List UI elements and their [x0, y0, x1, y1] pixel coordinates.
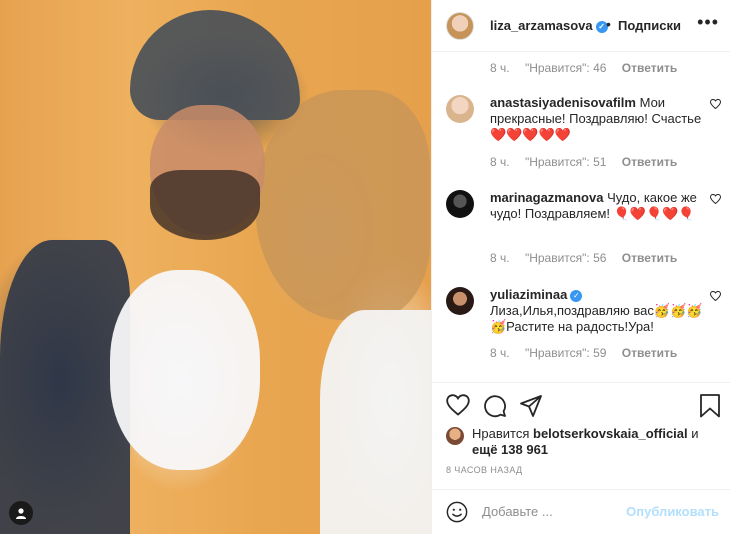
separator-dot: •	[606, 16, 611, 32]
user-tag-button[interactable]	[9, 501, 33, 525]
heart-icon[interactable]	[446, 394, 470, 416]
liker-username[interactable]: belotserkovskaia_official	[533, 426, 688, 441]
comment-text: anastasiyadenisovafilm Мои прекрасные! П…	[490, 95, 704, 143]
heart-icon	[709, 98, 722, 110]
reply-button[interactable]: Ответить	[622, 346, 677, 360]
reply-button[interactable]: Ответить	[622, 155, 677, 169]
likes-count[interactable]: ещё 138 961	[472, 442, 548, 457]
post-timestamp[interactable]: 8 ЧАСОВ НАЗАД	[446, 465, 523, 475]
comment-username[interactable]: anastasiyadenisovafilm	[490, 95, 636, 110]
photo-shape	[320, 310, 431, 534]
comment-time: 8 ч.	[490, 251, 510, 265]
share-icon[interactable]	[519, 394, 543, 418]
action-bar	[446, 394, 721, 420]
like-comment-button[interactable]	[709, 193, 722, 207]
reply-button[interactable]: Ответить	[622, 251, 677, 265]
likes-text: Нравится belotserkovskaia_official и ещё…	[472, 426, 716, 458]
comment-time: 8 ч.	[490, 346, 510, 360]
comment-text: yuliaziminaa ✓ Лиза,Илья,поздравляю вас🥳🥳…	[490, 287, 704, 335]
comment-likes[interactable]: "Нравится": 56	[525, 251, 607, 265]
avatar[interactable]	[446, 427, 464, 445]
comment-icon[interactable]	[483, 394, 507, 418]
comment-likes[interactable]: "Нравится": 51	[525, 155, 607, 169]
comment-meta: 8 ч. "Нравится": 56 Ответить	[490, 251, 689, 265]
add-comment-bar: Добавьте ... Опубликовать	[432, 489, 730, 534]
comment-username[interactable]: yuliaziminaa	[490, 287, 567, 302]
avatar[interactable]	[446, 190, 474, 218]
caption-meta: 8 ч. "Нравится": 46 Ответить	[490, 61, 689, 75]
comment-item: anastasiyadenisovafilm Мои прекрасные! П…	[446, 95, 722, 175]
like-comment-button[interactable]	[709, 290, 722, 304]
more-options-icon[interactable]: •••	[697, 12, 719, 33]
avatar[interactable]	[446, 287, 474, 315]
reply-button[interactable]: Ответить	[622, 61, 677, 75]
photo-shape	[255, 90, 430, 320]
post-photo[interactable]	[0, 0, 431, 534]
comment-body: Лиза,Илья,поздравляю вас🥳🥳🥳🥳Растите на р…	[490, 303, 703, 334]
like-comment-button[interactable]	[709, 98, 722, 112]
comment-item: yuliaziminaa ✓ Лиза,Илья,поздравляю вас🥳🥳…	[446, 287, 722, 367]
verified-icon: ✓	[570, 289, 583, 302]
photo-shape	[110, 270, 260, 470]
comment-text: marinagazmanova Чудо, какое же чудо! Поз…	[490, 190, 704, 222]
heart-icon	[709, 193, 722, 205]
post-username[interactable]: liza_arzamasova ✓	[490, 18, 608, 33]
photo-shape	[150, 170, 260, 240]
bookmark-icon[interactable]	[699, 394, 721, 418]
comment-time: 8 ч.	[490, 61, 510, 75]
following-button[interactable]: Подписки	[618, 18, 681, 33]
username-text: liza_arzamasova	[490, 18, 593, 33]
comment-input[interactable]: Добавьте ...	[482, 504, 553, 519]
divider	[432, 382, 730, 383]
post-sidebar: liza_arzamasova ✓ • Подписки ••• 8 ч. "Нр…	[431, 0, 730, 534]
avatar[interactable]	[446, 12, 474, 40]
comment-likes[interactable]: "Нравится": 59	[525, 346, 607, 360]
comment-time: 8 ч.	[490, 155, 510, 169]
emoji-icon[interactable]	[446, 501, 468, 523]
likes-prefix: Нравится	[472, 426, 530, 441]
user-tag-icon	[16, 508, 26, 519]
comment-item: marinagazmanova Чудо, какое же чудо! Поз…	[446, 190, 722, 270]
heart-icon	[709, 290, 722, 302]
post-header: liza_arzamasova ✓ • Подписки •••	[432, 0, 730, 52]
avatar[interactable]	[446, 95, 474, 123]
comment-username[interactable]: marinagazmanova	[490, 190, 603, 205]
comment-meta: 8 ч. "Нравится": 59 Ответить	[490, 346, 689, 360]
photo-shape	[130, 10, 300, 120]
comment-likes[interactable]: "Нравится": 46	[525, 61, 607, 75]
comment-meta: 8 ч. "Нравится": 51 Ответить	[490, 155, 689, 169]
post-comment-button[interactable]: Опубликовать	[626, 504, 719, 519]
likes-conjunction: и	[691, 426, 699, 441]
